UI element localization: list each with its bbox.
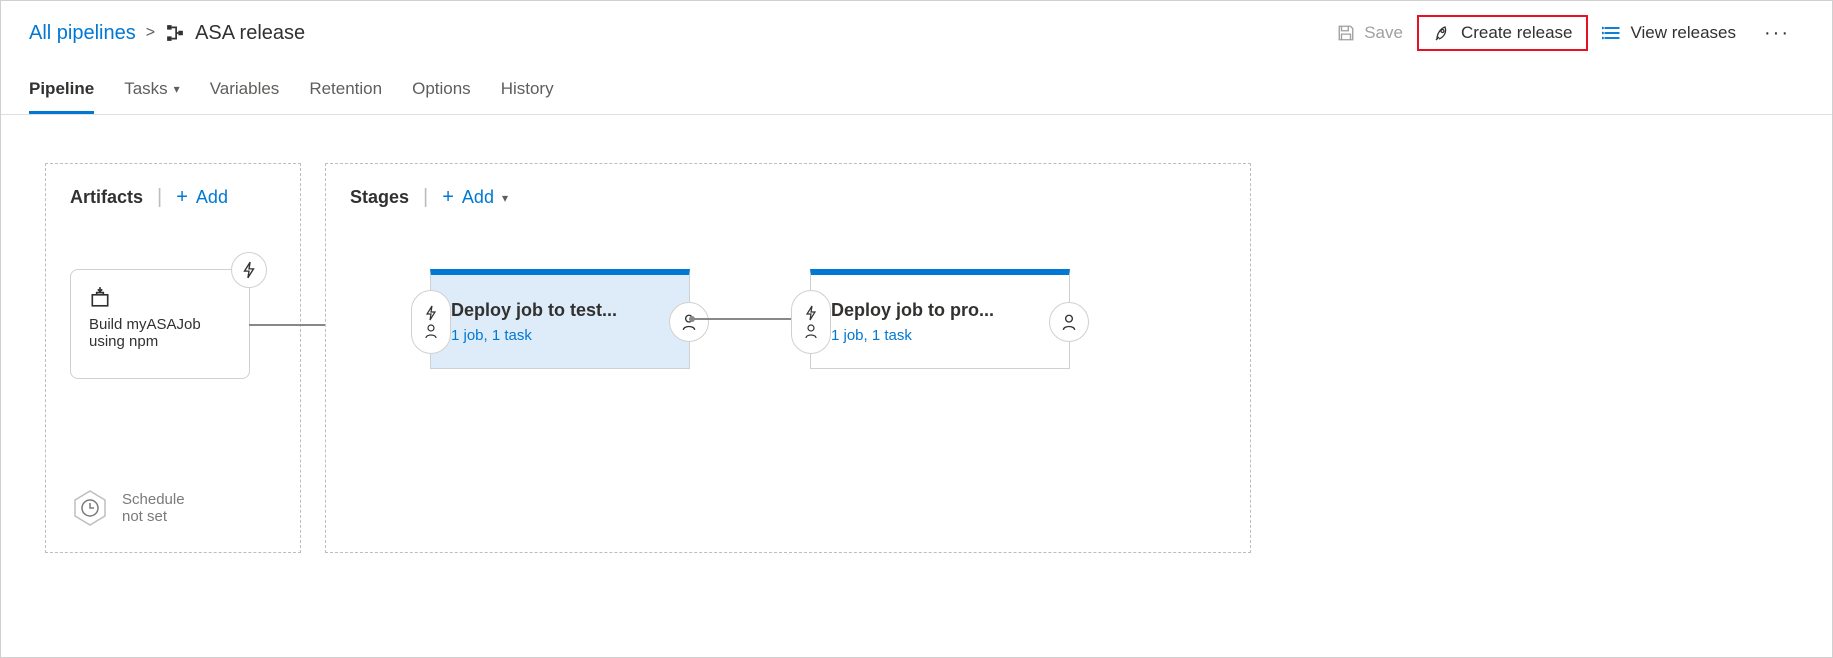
- create-release-button[interactable]: Create release: [1417, 15, 1589, 51]
- list-icon: [1602, 23, 1622, 43]
- view-releases-label: View releases: [1630, 23, 1736, 43]
- add-artifact-button[interactable]: + Add: [176, 186, 228, 209]
- stage-card-test[interactable]: Deploy job to test... 1 job, 1 task: [430, 269, 690, 369]
- tab-history[interactable]: History: [501, 79, 554, 114]
- save-label: Save: [1364, 23, 1403, 43]
- lightning-icon: [423, 305, 439, 321]
- chevron-down-icon: ▾: [502, 191, 508, 205]
- view-releases-button[interactable]: View releases: [1588, 15, 1750, 51]
- person-icon: [1060, 313, 1078, 331]
- stage-tasks-link[interactable]: 1 job, 1 task: [831, 327, 1049, 344]
- save-icon: [1336, 23, 1356, 43]
- artifacts-panel: Artifacts | + Add Build myASAJob using n…: [45, 163, 301, 553]
- artifacts-title: Artifacts: [70, 187, 143, 208]
- pipeline-icon: [165, 23, 185, 43]
- package-icon: [89, 286, 231, 308]
- pipeline-canvas: Artifacts | + Add Build myASAJob using n…: [1, 115, 1832, 601]
- stage-title: Deploy job to test...: [451, 300, 669, 321]
- stages-panel: Stages | + Add ▾ Deploy job to test... 1…: [325, 163, 1251, 553]
- stage-preconditions-button[interactable]: [791, 290, 831, 354]
- person-icon: [680, 313, 698, 331]
- lightning-icon: [803, 305, 819, 321]
- stage-card-prod[interactable]: Deploy job to pro... 1 job, 1 task: [810, 269, 1070, 369]
- stage-postconditions-button[interactable]: [1049, 302, 1089, 342]
- person-icon: [803, 323, 819, 339]
- tab-variables[interactable]: Variables: [210, 79, 280, 114]
- breadcrumb: All pipelines > ASA release: [29, 22, 305, 45]
- artifact-card[interactable]: Build myASAJob using npm: [70, 269, 250, 379]
- page-title: ASA release: [195, 22, 305, 45]
- plus-icon: +: [176, 186, 188, 209]
- person-icon: [423, 323, 439, 339]
- stage-postconditions-button[interactable]: [669, 302, 709, 342]
- schedule-indicator[interactable]: Schedule not set: [70, 488, 185, 528]
- tab-tasks[interactable]: Tasks▾: [124, 79, 180, 114]
- tabs: Pipeline Tasks▾ Variables Retention Opti…: [1, 51, 1832, 115]
- schedule-line1: Schedule: [122, 491, 185, 508]
- tab-options[interactable]: Options: [412, 79, 471, 114]
- rocket-icon: [1433, 23, 1453, 43]
- breadcrumb-root-link[interactable]: All pipelines: [29, 22, 136, 45]
- lightning-icon: [240, 261, 258, 279]
- stage-tasks-link[interactable]: 1 job, 1 task: [451, 327, 669, 344]
- clock-hexagon-icon: [70, 488, 110, 528]
- create-release-label: Create release: [1461, 23, 1573, 43]
- stage-title: Deploy job to pro...: [831, 300, 1049, 321]
- chevron-right-icon: >: [146, 24, 155, 42]
- stage-preconditions-button[interactable]: [411, 290, 451, 354]
- stages-title: Stages: [350, 187, 409, 208]
- chevron-down-icon: ▾: [174, 82, 180, 96]
- toolbar: Save Create release View releases ···: [1322, 15, 1804, 51]
- save-button: Save: [1322, 15, 1417, 51]
- plus-icon: +: [442, 186, 454, 209]
- artifact-name: Build myASAJob using npm: [89, 316, 231, 350]
- artifact-trigger-button[interactable]: [231, 252, 267, 288]
- add-stage-button[interactable]: + Add ▾: [442, 186, 508, 209]
- schedule-line2: not set: [122, 508, 185, 525]
- more-menu-button[interactable]: ···: [1750, 22, 1804, 45]
- tab-retention[interactable]: Retention: [309, 79, 382, 114]
- tab-pipeline[interactable]: Pipeline: [29, 79, 94, 114]
